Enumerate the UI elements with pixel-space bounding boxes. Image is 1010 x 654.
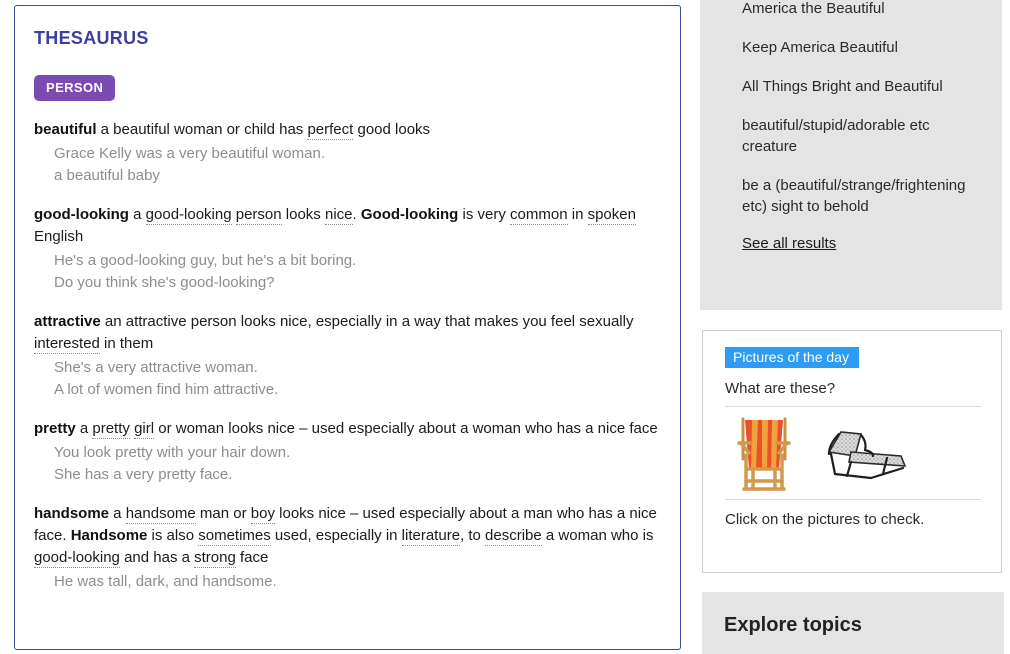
deck-chair-image[interactable] xyxy=(733,413,795,493)
entry-examples: She's a very attractive woman. A lot of w… xyxy=(34,357,666,401)
definition-text: a xyxy=(128,206,146,223)
glossed-word[interactable]: spoken xyxy=(587,206,636,225)
definition-text: a xyxy=(109,505,126,522)
entry-headword: handsome xyxy=(34,505,110,522)
glossed-word[interactable]: perfect xyxy=(307,121,354,140)
entry-definition: good-looking a good-looking person looks… xyxy=(34,204,666,248)
definition-text: is also xyxy=(147,527,199,544)
glossed-word[interactable]: nice xyxy=(324,206,353,225)
entry-headword: pretty xyxy=(34,420,76,437)
example-sentence: She's a very attractive woman. xyxy=(54,359,258,376)
related-results-list: America the Beautiful Keep America Beauti… xyxy=(742,0,978,217)
sun-lounger-image[interactable] xyxy=(821,422,913,484)
definition-text: an attractive person looks nice, especia… xyxy=(100,313,634,330)
part-of-speech-badge: PERSON xyxy=(34,75,116,101)
pictures-of-the-day-images xyxy=(725,406,981,500)
definition-text: , to xyxy=(460,527,486,544)
thesaurus-entry: good-looking a good-looking person looks… xyxy=(34,204,666,294)
definition-text: a beautiful woman or child has xyxy=(96,121,308,138)
glossed-word[interactable]: boy xyxy=(250,505,275,524)
entry-headword: attractive xyxy=(34,313,101,330)
definition-text: good looks xyxy=(353,121,431,138)
glossed-word[interactable]: person xyxy=(235,206,282,225)
entry-examples: He's a good-looking guy, but he's a bit … xyxy=(34,250,666,294)
explore-topics-title: Explore topics xyxy=(724,614,862,636)
definition-text: or woman looks nice – used especially ab… xyxy=(154,420,658,437)
pictures-of-the-day-badge: Pictures of the day xyxy=(725,347,859,368)
definition-text: is very xyxy=(458,206,511,223)
definition-text: used, especially in xyxy=(270,527,402,544)
example-sentence: She has a very pretty face. xyxy=(54,466,233,483)
entry-definition: beautiful a beautiful woman or child has… xyxy=(34,119,666,141)
glossed-word[interactable]: sometimes xyxy=(198,527,271,546)
related-result-item[interactable]: America the Beautiful xyxy=(742,0,978,19)
entry-headword: beautiful xyxy=(34,121,97,138)
thesaurus-entry: attractive an attractive person looks ni… xyxy=(34,311,666,401)
example-sentence: You look pretty with your hair down. xyxy=(54,444,291,461)
definition-text: looks xyxy=(281,206,325,223)
definition-text: . xyxy=(352,206,361,223)
glossed-word[interactable]: good-looking xyxy=(145,206,232,225)
page-root: THESAURUS PERSON beautiful a beautiful w… xyxy=(0,0,1010,654)
definition-text: English xyxy=(34,228,84,245)
definition-text: and has a xyxy=(119,549,195,566)
entry-definition: handsome a handsome man or boy looks nic… xyxy=(34,503,666,569)
entry-definition: attractive an attractive person looks ni… xyxy=(34,311,666,355)
glossed-word[interactable]: pretty xyxy=(92,420,130,439)
example-sentence: a beautiful baby xyxy=(54,167,160,184)
pictures-of-the-day-caption: Click on the pictures to check. xyxy=(725,511,925,528)
entry-examples: Grace Kelly was a very beautiful woman. a… xyxy=(34,143,666,187)
definition-text: a xyxy=(75,420,93,437)
example-sentence: Do you think she's good-looking? xyxy=(54,274,275,291)
thesaurus-entry: pretty a pretty girl or woman looks nice… xyxy=(34,418,666,486)
definition-text: in them xyxy=(99,335,154,352)
related-results-panel: America the Beautiful Keep America Beauti… xyxy=(700,0,1002,310)
definition-text: face xyxy=(235,549,269,566)
pictures-of-the-day-question: What are these? xyxy=(725,380,836,397)
pictures-of-the-day-content: Pictures of the day What are these? Clic… xyxy=(703,331,1001,528)
related-result-item[interactable]: Keep America Beautiful xyxy=(742,37,978,58)
example-sentence: A lot of women find him attractive. xyxy=(54,381,279,398)
related-result-item[interactable]: All Things Bright and Beautiful xyxy=(742,76,978,97)
thesaurus-panel: THESAURUS PERSON beautiful a beautiful w… xyxy=(14,5,681,650)
glossed-word[interactable]: strong xyxy=(194,549,236,568)
glossed-word[interactable]: common xyxy=(510,206,568,225)
right-sidebar: America the Beautiful Keep America Beauti… xyxy=(700,0,1010,654)
entry-headword: good-looking xyxy=(34,206,129,223)
related-result-item[interactable]: beautiful/stupid/adorable etc creature xyxy=(742,115,978,157)
glossed-word[interactable]: literature xyxy=(401,527,461,546)
thesaurus-entry: handsome a handsome man or boy looks nic… xyxy=(34,503,666,593)
entry-examples: He was tall, dark, and handsome. xyxy=(34,571,666,593)
glossed-word[interactable]: describe xyxy=(485,527,542,546)
definition-text: man or xyxy=(195,505,251,522)
glossed-word[interactable]: good-looking xyxy=(34,549,120,568)
glossed-word[interactable]: interested xyxy=(34,335,100,354)
emphasized-word: Good-looking xyxy=(360,206,459,223)
example-sentence: He's a good-looking guy, but he's a bit … xyxy=(54,252,357,269)
glossed-word[interactable]: girl xyxy=(134,420,155,439)
thesaurus-entry-list: beautiful a beautiful woman or child has… xyxy=(34,119,666,593)
entry-definition: pretty a pretty girl or woman looks nice… xyxy=(34,418,666,440)
explore-topics-panel: Explore topics xyxy=(702,592,1004,654)
definition-text: in xyxy=(567,206,588,223)
definition-text: a woman who is xyxy=(541,527,654,544)
page-title: THESAURUS xyxy=(34,28,149,48)
thesaurus-entry: beautiful a beautiful woman or child has… xyxy=(34,119,666,187)
pictures-of-the-day-card: Pictures of the day What are these? Clic… xyxy=(702,330,1002,573)
thesaurus-content: THESAURUS PERSON beautiful a beautiful w… xyxy=(15,6,680,593)
see-all-results-link[interactable]: See all results xyxy=(742,235,836,252)
example-sentence: Grace Kelly was a very beautiful woman. xyxy=(54,145,325,162)
entry-examples: You look pretty with your hair down. She … xyxy=(34,442,666,486)
related-result-item[interactable]: be a (beautiful/strange/frightening etc)… xyxy=(742,175,978,217)
emphasized-word: Handsome xyxy=(70,527,148,544)
glossed-word[interactable]: handsome xyxy=(125,505,196,524)
example-sentence: He was tall, dark, and handsome. xyxy=(54,573,277,590)
